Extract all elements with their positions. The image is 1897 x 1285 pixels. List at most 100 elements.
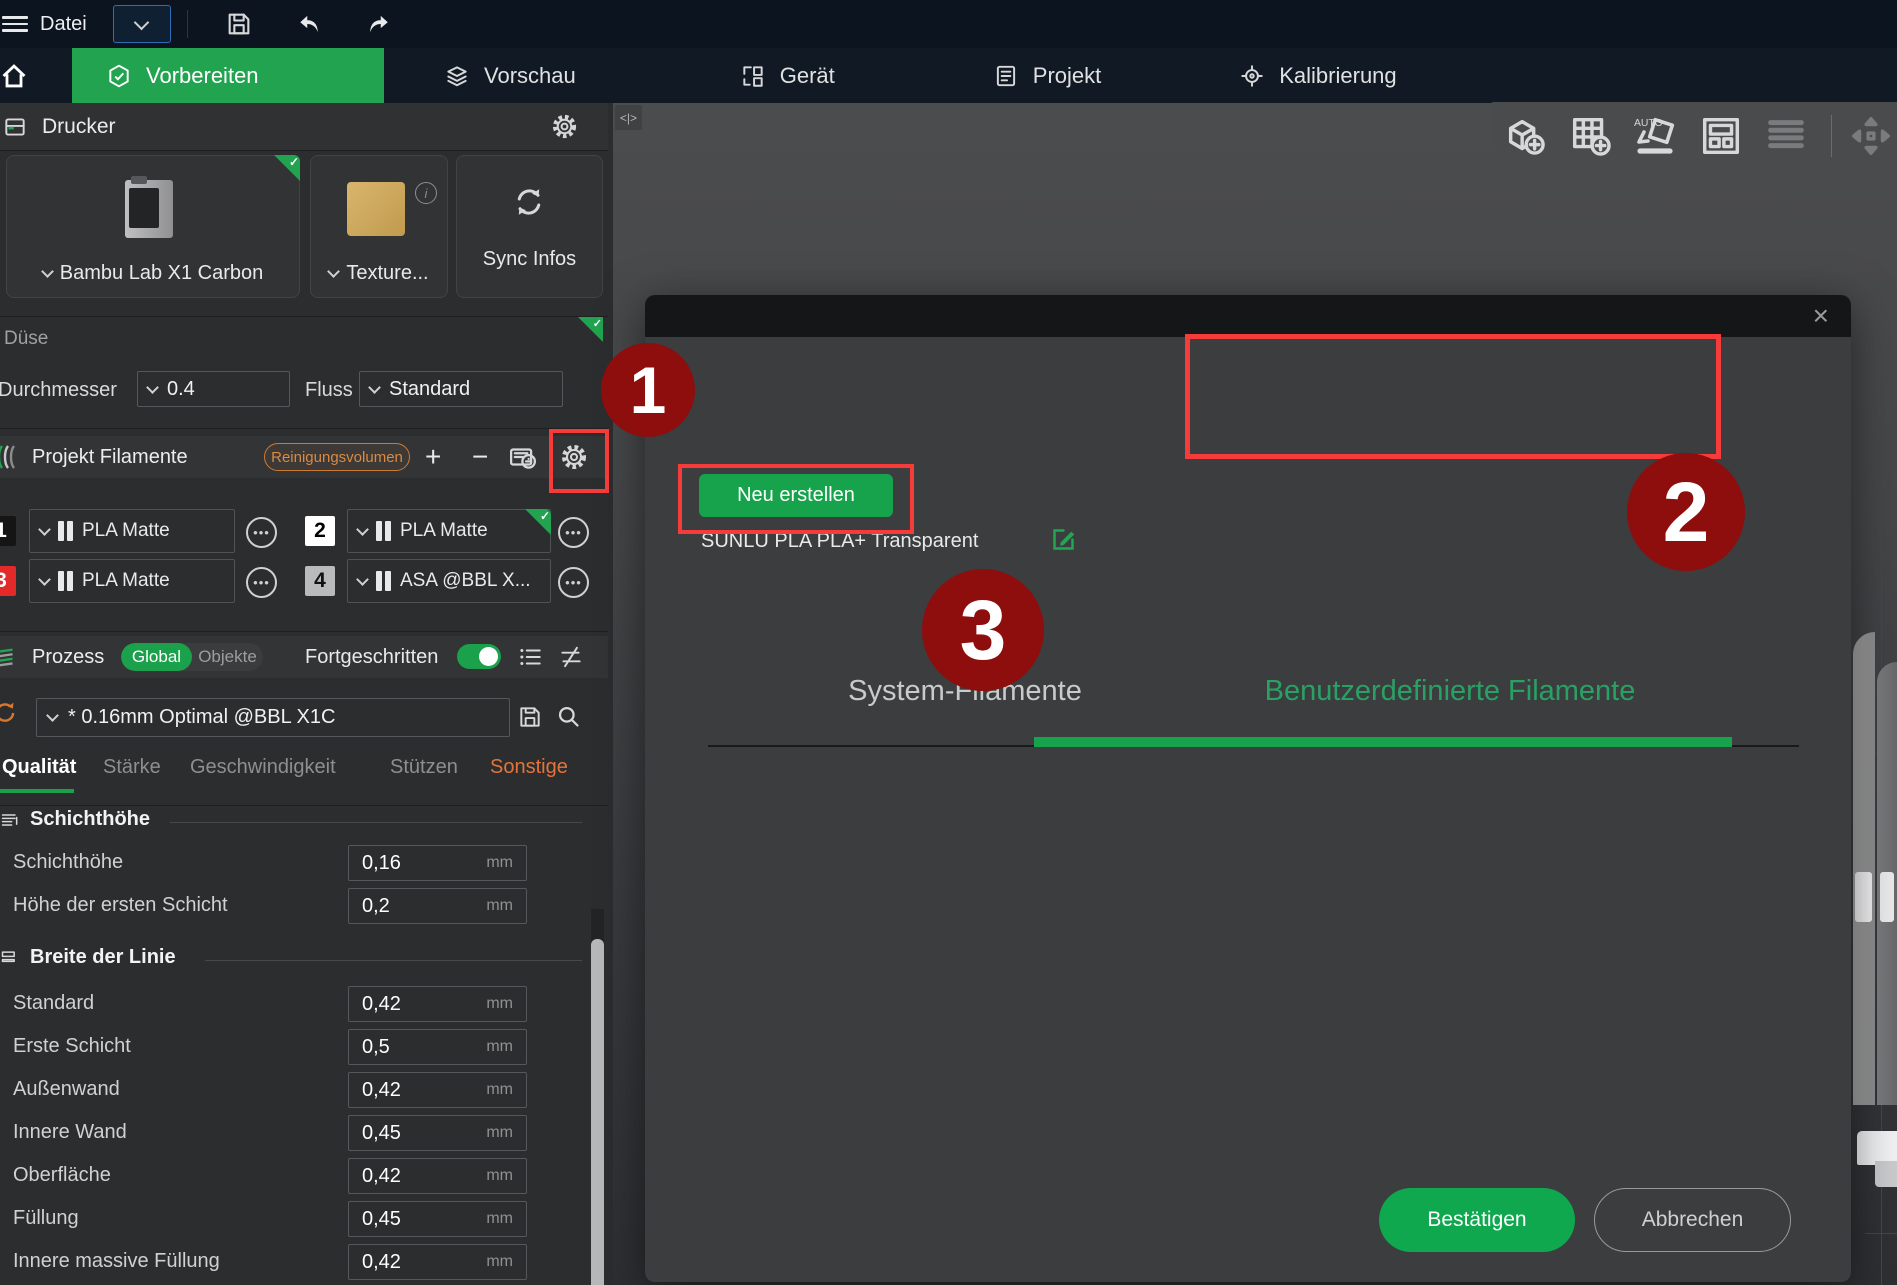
close-icon[interactable]: ×: [1813, 300, 1829, 332]
reset-profile-icon[interactable]: [0, 700, 18, 726]
printer-section-title: Drucker: [42, 114, 116, 138]
home-button[interactable]: [0, 48, 34, 103]
plate-name: Texture...: [346, 262, 429, 284]
param-value[interactable]: 0,45: [362, 1208, 401, 1231]
scope-switch[interactable]: Global Objekte: [121, 643, 263, 671]
scope-global[interactable]: Global: [121, 643, 192, 671]
tab-preview-label: Vorschau: [484, 62, 576, 88]
filament-slot-2-menu-icon[interactable]: •••: [558, 517, 589, 548]
tune-icon[interactable]: [558, 644, 584, 670]
tab-custom-filaments[interactable]: Benutzerdefinierte Filamente: [1225, 675, 1675, 708]
plate-card[interactable]: i Texture...: [310, 155, 448, 298]
line-width-default-input[interactable]: 0,42 mm: [348, 986, 527, 1022]
process-profile-select[interactable]: * 0.16mm Optimal @BBL X1C: [36, 698, 510, 737]
scrollbar-thumb[interactable]: [591, 939, 604, 1285]
edit-icon[interactable]: [1050, 526, 1077, 553]
filament-slot-4-menu-icon[interactable]: •••: [558, 567, 589, 598]
redo-button[interactable]: [364, 9, 394, 39]
tab-prepare-label: Vorbereiten: [146, 62, 259, 88]
param-label: Füllung: [13, 1207, 79, 1229]
gear-icon[interactable]: [551, 113, 578, 140]
flow-select[interactable]: Standard: [359, 371, 563, 407]
line-width-top-surface-input[interactable]: 0,42 mm: [348, 1158, 527, 1194]
annotation-rect-settings-gear: [549, 429, 609, 493]
arrange-button[interactable]: [1695, 109, 1747, 163]
auto-orient-button[interactable]: AUTO: [1630, 109, 1682, 163]
save-profile-icon[interactable]: [517, 704, 543, 730]
tab-device-label: Gerät: [779, 62, 835, 88]
filament-slot-1-menu-icon[interactable]: •••: [246, 517, 277, 548]
param-value[interactable]: 0,42: [362, 993, 401, 1016]
add-filament-button[interactable]: +: [425, 441, 441, 473]
scope-objects[interactable]: Objekte: [192, 643, 263, 671]
save-button[interactable]: [224, 9, 254, 39]
tab-preview[interactable]: Vorschau: [410, 48, 610, 103]
save-icon: [228, 13, 250, 35]
filament-slot-3-select[interactable]: PLA Matte: [29, 559, 235, 603]
file-menu[interactable]: Datei: [40, 13, 87, 36]
first-layer-height-input[interactable]: 0,2 mm: [348, 888, 527, 924]
undo-button[interactable]: [294, 9, 324, 39]
main-tabbar: Vorbereiten Vorschau Gerät Projekt Kalib…: [0, 48, 1897, 103]
tab-device[interactable]: Gerät: [706, 48, 869, 103]
filament-slot-2-select[interactable]: PLA Matte: [347, 509, 551, 553]
model-object-2[interactable]: [1857, 1131, 1897, 1191]
model-object[interactable]: [1853, 632, 1897, 1105]
plate-name-row[interactable]: Texture...: [311, 262, 447, 285]
param-value[interactable]: 0,45: [362, 1122, 401, 1145]
redo-icon: [369, 15, 388, 33]
file-menu-dropdown[interactable]: [112, 5, 171, 43]
line-width-internal-solid-input[interactable]: 0,42 mm: [348, 1244, 527, 1280]
confirm-button[interactable]: Bestätigen: [1379, 1188, 1575, 1252]
param-value[interactable]: 0,16: [362, 852, 401, 875]
filament-section-title: Projekt Filamente: [32, 445, 188, 468]
param-unit: mm: [486, 854, 513, 871]
tab-quality[interactable]: Qualität: [2, 756, 76, 779]
tab-others[interactable]: Sonstige: [490, 756, 568, 779]
variable-layer-button[interactable]: [1760, 109, 1812, 163]
param-unit: mm: [486, 897, 513, 914]
add-plate-button[interactable]: [1565, 109, 1617, 163]
param-value[interactable]: 0,42: [362, 1251, 401, 1274]
tab-prepare[interactable]: Vorbereiten: [72, 48, 384, 103]
param-value[interactable]: 0,42: [362, 1165, 401, 1188]
move-tool-button[interactable]: [1845, 109, 1897, 163]
line-width-inner-wall-input[interactable]: 0,45 mm: [348, 1115, 527, 1151]
param-value[interactable]: 0,42: [362, 1079, 401, 1102]
remove-filament-button[interactable]: −: [472, 441, 488, 473]
info-icon[interactable]: i: [415, 182, 437, 204]
layer-height-input[interactable]: 0,16 mm: [348, 845, 527, 881]
printer-name-row[interactable]: Bambu Lab X1 Carbon: [7, 262, 299, 285]
param-label: Innere massive Füllung: [13, 1250, 220, 1272]
spool-icon: [58, 521, 73, 541]
line-width-infill-input[interactable]: 0,45 mm: [348, 1201, 527, 1237]
line-width-first-layer-input[interactable]: 0,5 mm: [348, 1029, 527, 1065]
parameter-list-icon[interactable]: [517, 644, 543, 670]
annotation-step-2: 2: [1627, 453, 1745, 571]
viewport-toolbar: AUTO: [1492, 102, 1897, 170]
diameter-select[interactable]: 0.4: [137, 371, 290, 407]
cancel-button[interactable]: Abbrechen: [1594, 1188, 1791, 1252]
tab-strength[interactable]: Stärke: [103, 756, 161, 779]
sync-card[interactable]: Sync Infos: [456, 155, 603, 298]
search-icon[interactable]: [555, 703, 582, 730]
hamburger-icon[interactable]: [2, 12, 28, 36]
param-value[interactable]: 0,5: [362, 1036, 390, 1059]
advanced-toggle[interactable]: [457, 644, 501, 669]
filament-slot-1-select[interactable]: PLA Matte: [29, 509, 235, 553]
collapse-sidebar-button[interactable]: <|>: [615, 105, 642, 130]
add-object-button[interactable]: [1500, 109, 1552, 163]
tab-speed[interactable]: Geschwindigkeit: [190, 756, 336, 779]
flush-volume-badge[interactable]: Reinigungsvolumen: [264, 443, 410, 471]
line-width-outer-wall-input[interactable]: 0,42 mm: [348, 1072, 527, 1108]
param-label: Standard: [13, 992, 95, 1014]
filament-slot-3-menu-icon[interactable]: •••: [246, 567, 277, 598]
chevron-down-icon: [133, 14, 150, 30]
filament-slot-4-select[interactable]: ASA @BBL X...: [347, 559, 551, 603]
tab-calibration[interactable]: Kalibrierung: [1205, 48, 1430, 103]
printer-card[interactable]: Bambu Lab X1 Carbon: [6, 155, 300, 298]
param-value[interactable]: 0,2: [362, 895, 390, 918]
ams-sync-icon[interactable]: [508, 442, 538, 472]
tab-support[interactable]: Stützen: [390, 756, 458, 779]
tab-project[interactable]: Projekt: [959, 48, 1135, 103]
